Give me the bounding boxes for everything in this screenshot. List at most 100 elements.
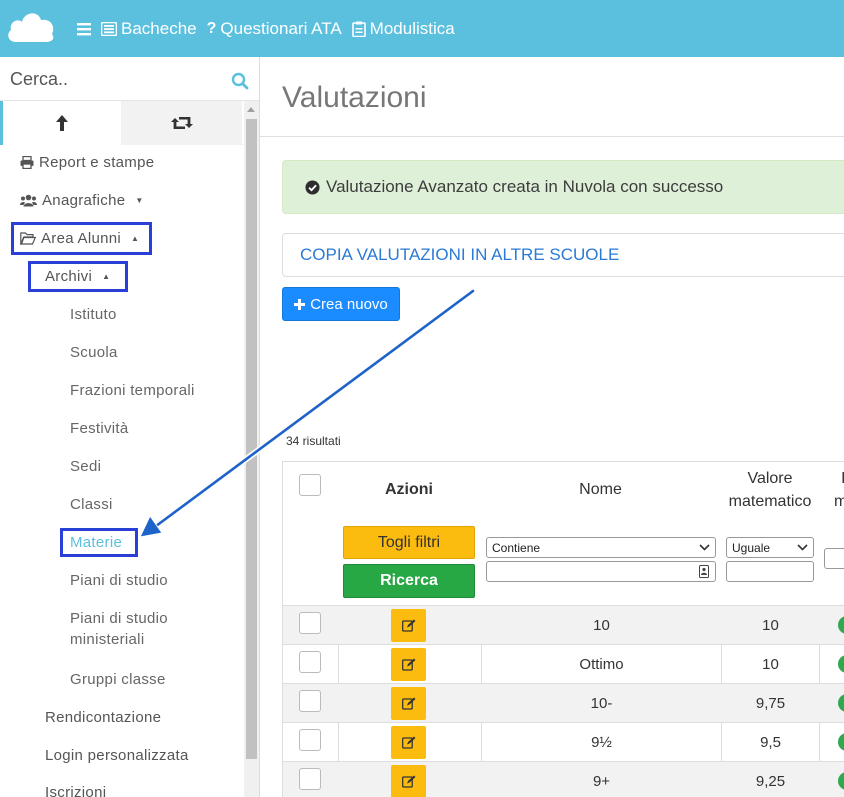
form-fill-icon [699, 565, 709, 578]
sidebar-item-festivita[interactable]: Festività [70, 420, 129, 437]
nav-questionari-label: Questionari ATA [220, 18, 342, 38]
sidebar-item-label: Anagrafiche [42, 192, 126, 209]
nav-modulistica-label: Modulistica [369, 18, 455, 38]
scroll-thumb[interactable] [246, 119, 257, 759]
row-checkbox[interactable] [299, 651, 321, 673]
cell-nome: 9½ [591, 733, 612, 751]
header-valore-line2[interactable]: matematico [720, 493, 820, 511]
question-icon: ? [206, 19, 217, 37]
main-nav: Bacheche ? Questionari ATA Modulistica [77, 0, 455, 57]
hamburger-menu-button[interactable] [77, 22, 91, 36]
highlight-archivi [28, 261, 128, 292]
sidebar-item-label: Festività [70, 420, 129, 437]
edit-icon [401, 736, 415, 749]
nome-filter-input[interactable] [486, 561, 716, 582]
edit-button[interactable] [391, 687, 426, 720]
list-icon [101, 21, 117, 36]
search-icon[interactable] [231, 72, 249, 90]
upload-arrow-icon [56, 115, 68, 131]
edit-button[interactable] [391, 765, 426, 797]
next-column-filter-input[interactable] [824, 548, 844, 569]
row-checkbox[interactable] [299, 690, 321, 712]
chevron-down-icon [797, 544, 808, 551]
ricerca-button[interactable]: Ricerca [343, 564, 475, 598]
sidebar-item-label: Sedi [70, 458, 102, 475]
success-alert: Valutazione Avanzato creata in Nuvola co… [282, 160, 844, 214]
scroll-up-icon[interactable] [247, 107, 255, 112]
sidebar-item-iscrizioni[interactable]: Iscrizioni [45, 784, 106, 797]
header-valore-line1[interactable]: Valore [720, 470, 820, 488]
sidebar-item-classi[interactable]: Classi [70, 496, 113, 513]
nome-filter-operator-select[interactable]: Contiene [486, 537, 716, 558]
crea-nuovo-label: Crea nuovo [310, 295, 388, 313]
header-cut-line2[interactable]: me [831, 493, 844, 511]
sidebar-item-gruppi-classe[interactable]: Gruppi classe [70, 671, 166, 688]
valore-filter-operator-select[interactable]: Uguale [726, 537, 814, 558]
users-icon [20, 194, 37, 207]
sidebar-item-frazioni-temporali[interactable]: Frazioni temporali [70, 382, 195, 399]
row-checkbox[interactable] [299, 768, 321, 790]
cell-valore: 9,5 [760, 733, 781, 751]
sidebar-item-label: Rendicontazione [45, 709, 162, 726]
sidebar-item-label: Classi [70, 496, 113, 513]
sidebar: Report e stampe Anagrafiche ▼ Area Alunn… [0, 57, 260, 797]
cloud-logo[interactable] [6, 8, 56, 44]
table-row[interactable]: 9½ 9,5 [283, 723, 844, 762]
page-title: Valutazioni [282, 81, 427, 114]
copy-valutazioni-panel[interactable]: COPIA VALUTAZIONI IN ALTRE SCUOLE [282, 233, 844, 277]
cell-valore: 10 [762, 616, 779, 634]
edit-icon [401, 697, 415, 710]
edit-button[interactable] [391, 609, 426, 642]
sidebar-item-piani-di-studio[interactable]: Piani di studio [70, 572, 168, 589]
caret-down-icon: ▼ [135, 196, 144, 205]
row-checkbox[interactable] [299, 729, 321, 751]
sidebar-item-report[interactable]: Report e stampe [20, 154, 154, 171]
edit-button[interactable] [391, 726, 426, 759]
row-checkbox[interactable] [299, 612, 321, 634]
select-all-checkbox[interactable] [299, 474, 321, 496]
table-header: Azioni Nome Valore matematico I me Togli… [283, 462, 844, 606]
sidebar-item-piani-ministeriali[interactable]: Piani di studio ministeriali [70, 610, 168, 648]
check-circle-icon [838, 733, 844, 751]
sidebar-item-label: Istituto [70, 306, 117, 323]
crea-nuovo-button[interactable]: Crea nuovo [282, 287, 400, 321]
check-circle-icon [838, 694, 844, 712]
sidebar-scrollbar[interactable] [244, 101, 259, 797]
sidebar-item-label: Report e stampe [39, 154, 155, 171]
nav-questionari-ata[interactable]: ? Questionari ATA [207, 19, 342, 39]
sidebar-tab-menu[interactable] [0, 101, 121, 145]
sidebar-item-anagrafiche[interactable]: Anagrafiche ▼ [20, 192, 144, 209]
sidebar-item-label: Scuola [70, 344, 118, 361]
sidebar-item-scuola[interactable]: Scuola [70, 344, 118, 361]
cell-nome: 10 [593, 616, 610, 634]
sidebar-search-input[interactable] [0, 57, 220, 101]
sidebar-tabs [0, 101, 243, 145]
table-row[interactable]: 10 10 [283, 606, 844, 645]
title-divider [260, 136, 844, 137]
hamburger-icon [77, 22, 91, 35]
copy-valutazioni-link[interactable]: COPIA VALUTAZIONI IN ALTRE SCUOLE [300, 245, 619, 265]
nav-modulistica[interactable]: Modulistica [351, 18, 455, 39]
sidebar-item-label: Frazioni temporali [70, 382, 195, 399]
sidebar-item-label: ministeriali [70, 631, 145, 648]
valore-filter-input[interactable] [726, 561, 814, 582]
sidebar-item-label: Gruppi classe [70, 671, 166, 688]
table-row[interactable]: 10- 9,75 [283, 684, 844, 723]
header-cut-line1[interactable]: I [831, 470, 844, 488]
sidebar-tab-sync[interactable] [121, 101, 242, 145]
sidebar-item-label: Piani di studio [70, 610, 168, 627]
top-navbar: Bacheche ? Questionari ATA Modulistica [0, 0, 844, 57]
sidebar-item-login-personalizzata[interactable]: Login personalizzata [45, 747, 189, 764]
edit-button[interactable] [391, 648, 426, 681]
nav-bacheche[interactable]: Bacheche [101, 19, 197, 39]
sidebar-item-istituto[interactable]: Istituto [70, 306, 117, 323]
header-nome[interactable]: Nome [533, 481, 668, 499]
togli-filtri-button[interactable]: Togli filtri [343, 526, 475, 559]
table-row[interactable]: 9+ 9,25 [283, 762, 844, 797]
alert-message: Valutazione Avanzato creata in Nuvola co… [326, 177, 724, 196]
sidebar-item-sedi[interactable]: Sedi [70, 458, 101, 475]
sidebar-item-rendicontazione[interactable]: Rendicontazione [45, 709, 161, 726]
highlight-area-alunni [11, 222, 152, 255]
table-row[interactable]: Ottimo 10 [283, 645, 844, 684]
clipboard-icon [351, 21, 366, 37]
